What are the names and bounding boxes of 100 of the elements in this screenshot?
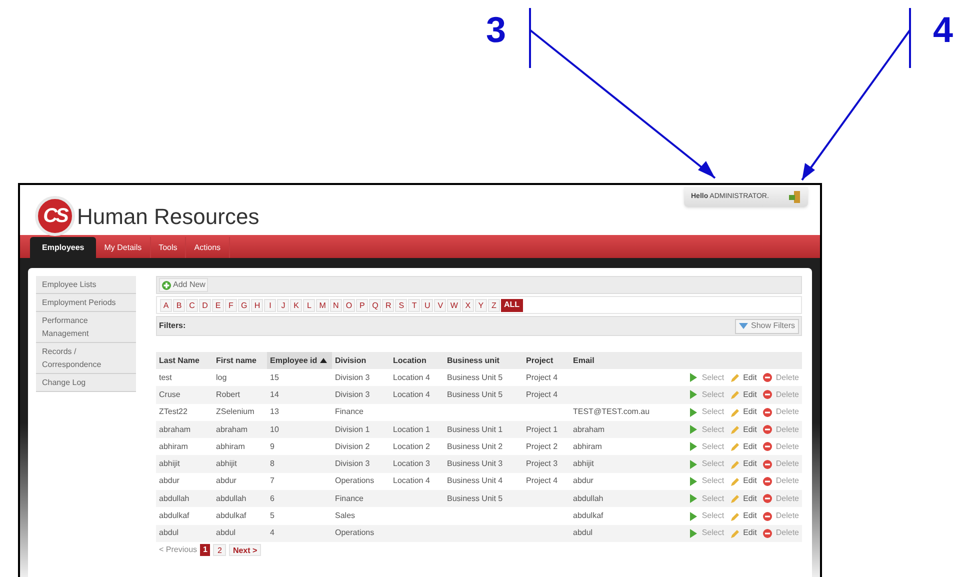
column-header[interactable]: Project <box>523 352 570 369</box>
edit-link[interactable]: Edit <box>743 424 757 436</box>
edit-link[interactable]: Edit <box>743 372 757 384</box>
letter-filter[interactable]: Y <box>474 298 487 312</box>
table-cell: Robert <box>216 390 240 399</box>
logout-icon[interactable] <box>789 191 801 203</box>
table-cell: abdur <box>216 476 236 486</box>
letter-filter[interactable]: N <box>330 298 342 312</box>
next-button[interactable]: Next > <box>228 544 262 556</box>
table-cell: Operations <box>335 476 374 486</box>
letter-filter[interactable]: ALL <box>500 298 522 312</box>
sidebar-item[interactable]: Records / Correspondence <box>36 343 136 374</box>
table-cell: Division 1 <box>335 424 370 434</box>
sidebar-item[interactable]: Employment Periods <box>36 294 136 312</box>
sidebar-item[interactable]: Performance Management <box>36 312 136 343</box>
table-cell: Finance <box>335 407 364 416</box>
letter-filter[interactable]: E <box>212 298 224 312</box>
table-cell: 6 <box>270 494 274 503</box>
edit-link[interactable]: Edit <box>743 475 757 488</box>
delete-icon <box>762 512 772 521</box>
edit-link[interactable]: Edit <box>743 406 757 418</box>
letter-filter[interactable]: H <box>251 298 264 312</box>
table-cell: Project 3 <box>526 459 558 468</box>
letter-filter[interactable]: A <box>160 298 172 312</box>
page-button[interactable]: 2 <box>213 544 226 556</box>
table-cell: abdulkaf <box>573 511 604 520</box>
edit-link[interactable]: Edit <box>743 388 757 401</box>
letter-filter[interactable]: S <box>395 298 408 312</box>
table-cell: abdul <box>159 528 179 538</box>
table-cell: Division 2 <box>335 442 370 451</box>
table-cell: Finance <box>335 494 364 503</box>
letter-filter[interactable]: L <box>303 298 316 312</box>
filters-label: Filters: <box>159 320 186 332</box>
table-cell: abdullah <box>159 494 190 503</box>
letter-filter[interactable]: J <box>277 298 290 312</box>
edit-link[interactable]: Edit <box>743 458 757 470</box>
nav-tab[interactable]: Employees <box>30 237 96 258</box>
column-header[interactable]: Location <box>390 352 444 369</box>
table-cell: Business Unit 2 <box>447 442 503 451</box>
edit-link[interactable]: Edit <box>743 440 757 453</box>
table-cell: abhiram <box>159 442 188 451</box>
page-button[interactable]: 1 <box>200 544 210 556</box>
table-cell: abdur <box>573 476 594 486</box>
letter-filter[interactable]: R <box>382 298 394 312</box>
table-cell: abhijit <box>216 459 237 468</box>
table-cell: Location 4 <box>393 390 430 399</box>
letter-filter[interactable]: X <box>462 298 474 312</box>
table-cell: abraham <box>159 424 191 434</box>
table-cell: Business Unit 1 <box>447 424 503 434</box>
delete-icon <box>762 425 772 434</box>
letter-filter[interactable]: I <box>264 298 276 312</box>
table-cell: 9 <box>270 442 274 451</box>
callout-number: 4 <box>933 12 954 48</box>
letter-filter[interactable]: C <box>186 298 198 312</box>
callout-number: 3 <box>486 12 506 48</box>
table-cell: Location 2 <box>393 442 430 451</box>
letter-filter[interactable]: W <box>447 298 461 312</box>
previous-link[interactable]: < Previous <box>159 544 198 556</box>
table-cell: Project 4 <box>526 390 558 399</box>
table-cell: Business Unit 5 <box>447 494 503 503</box>
table-cell: 7 <box>270 476 274 486</box>
show-filters-button[interactable]: Show Filters <box>734 318 799 334</box>
sidebar-item[interactable]: Change Log <box>36 374 136 392</box>
table-cell: Operations <box>335 528 374 538</box>
column-header[interactable]: First name <box>213 352 267 369</box>
letter-filter[interactable]: M <box>316 298 329 312</box>
table-cell: abdul <box>573 528 593 538</box>
edit-link[interactable]: Edit <box>743 527 757 540</box>
add-new-button[interactable]: Add New <box>159 278 208 292</box>
edit-link[interactable]: Edit <box>743 492 757 505</box>
table-cell: Division 3 <box>335 372 370 382</box>
column-header[interactable]: Business unit <box>444 352 523 369</box>
column-header[interactable]: Division <box>332 352 390 369</box>
app-title: Human Resources <box>77 202 260 230</box>
letter-filter[interactable]: Z <box>488 298 500 312</box>
table-cell: 5 <box>270 511 274 520</box>
letter-filter[interactable]: T <box>408 298 420 312</box>
letter-filter[interactable]: O <box>342 298 356 312</box>
letter-filter[interactable]: F <box>225 298 237 312</box>
column-header[interactable]: Email <box>570 352 674 369</box>
table-cell: Project 2 <box>526 442 558 451</box>
letter-filter[interactable]: G <box>238 298 250 312</box>
letter-filter[interactable]: P <box>356 298 368 312</box>
letter-filter[interactable]: U <box>421 298 434 312</box>
letter-filter[interactable]: D <box>199 298 211 312</box>
logo: CS <box>35 196 75 236</box>
letter-filter[interactable]: V <box>434 298 446 312</box>
letter-filter[interactable]: Q <box>369 298 382 312</box>
delete-icon <box>762 460 772 469</box>
table-cell: Business Unit 4 <box>447 476 503 486</box>
delete-icon <box>762 442 772 452</box>
edit-link[interactable]: Edit <box>743 510 757 522</box>
column-header[interactable]: Last Name <box>156 352 213 369</box>
sidebar-item[interactable]: Employee Lists <box>36 276 136 294</box>
letter-filter[interactable]: B <box>173 298 185 312</box>
column-header[interactable]: Employee id <box>267 352 332 369</box>
table-cell: Division 3 <box>335 390 370 399</box>
table-cell: Project 4 <box>526 476 558 486</box>
add-icon <box>162 280 171 290</box>
letter-filter[interactable]: K <box>290 298 302 312</box>
